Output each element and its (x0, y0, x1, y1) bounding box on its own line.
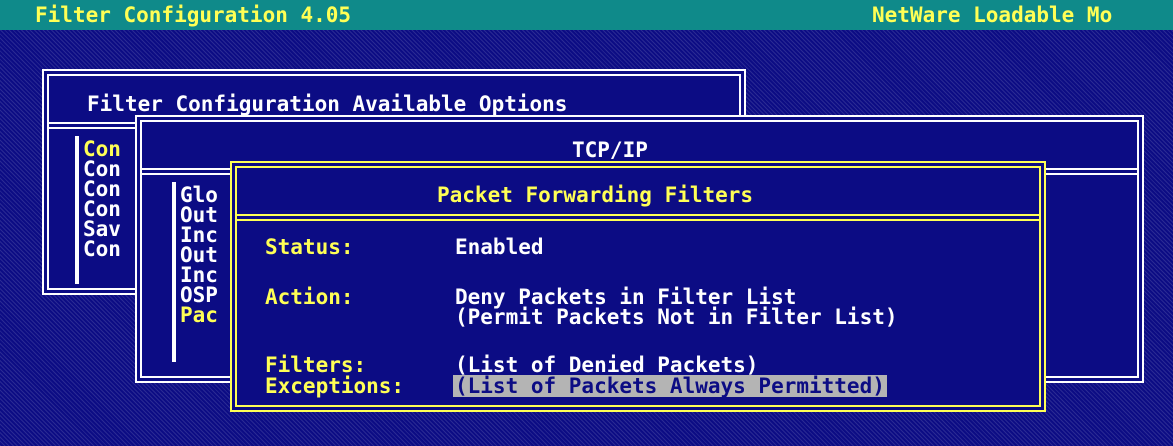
window-divider (237, 214, 1039, 221)
status-value[interactable]: Enabled (455, 236, 544, 258)
options-menu-item-6[interactable]: Con (83, 238, 121, 260)
filters-value[interactable]: (List of Denied Packets) (455, 354, 758, 376)
status-label: Status: (265, 235, 354, 259)
menu-left-rule (75, 136, 79, 284)
app-title: Filter Configuration 4.05 (35, 3, 352, 27)
tcpip-title: TCP/IP (572, 138, 648, 162)
exceptions-label: Exceptions: (265, 374, 405, 398)
app-title-bar: Filter Configuration 4.05 NetWare Loadab… (0, 0, 1173, 30)
module-type-label: NetWare Loadable Mo (872, 3, 1113, 27)
available-options-title: Filter Configuration Available Options (87, 92, 568, 116)
filters-label: Filters: (265, 353, 367, 377)
packet-forwarding-filters-window: Packet Forwarding Filters Status: Enable… (230, 161, 1046, 412)
pff-title: Packet Forwarding Filters (437, 183, 754, 207)
action-value-line-2[interactable]: (Permit Packets Not in Filter List) (455, 306, 898, 328)
tcpip-menu-item-7[interactable]: Pac (180, 304, 218, 326)
action-label: Action: (265, 285, 354, 309)
exceptions-value[interactable]: (List of Packets Always Permitted) (453, 375, 887, 397)
menu-left-rule (172, 182, 176, 362)
